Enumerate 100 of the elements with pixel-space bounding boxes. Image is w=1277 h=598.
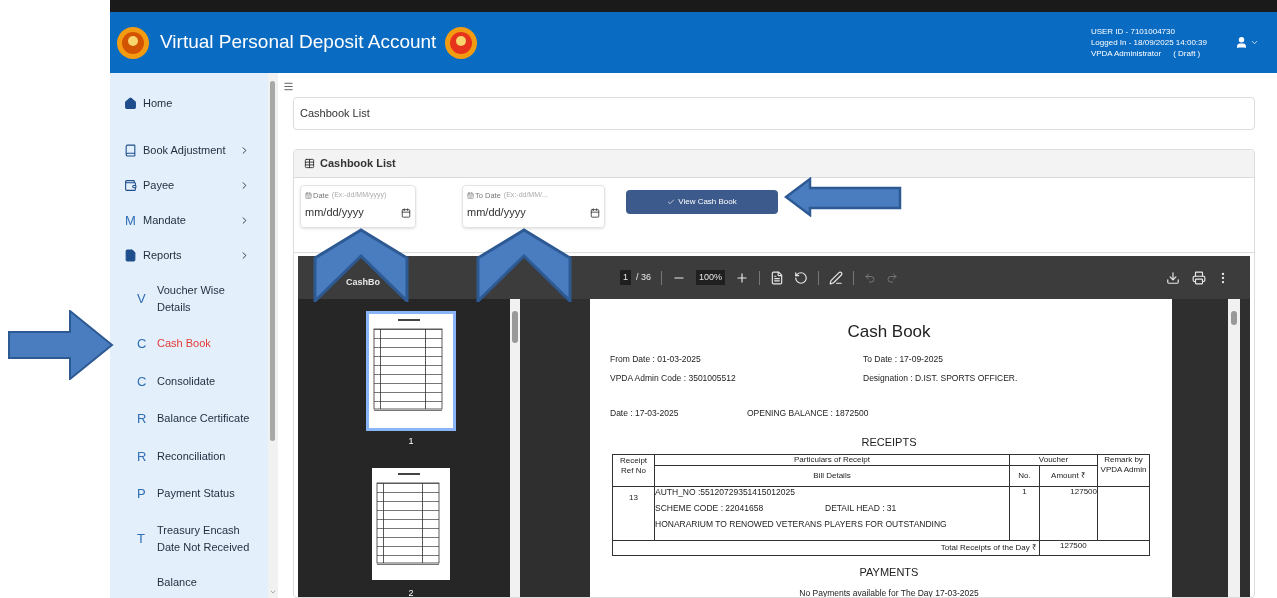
entry-date: Date : 17-03-2025 (610, 407, 680, 420)
table-header: No. (1009, 465, 1040, 487)
submenu-item[interactable]: T Treasury Encash Date Not Received (110, 512, 268, 565)
card-title: Cashbook List (320, 156, 396, 172)
user-menu-button[interactable] (1235, 36, 1259, 49)
book-icon (124, 144, 137, 157)
sidebar-item[interactable]: Payee (110, 168, 268, 203)
submenu-item[interactable]: C Cash Book (110, 325, 268, 363)
calendar-picker-icon[interactable] (590, 207, 600, 218)
table-header: Receipt Ref No (612, 454, 655, 487)
redo-icon[interactable] (886, 271, 899, 284)
page-heading: Cashbook List (300, 106, 370, 122)
sidebar-item[interactable]: Book Adjustment (110, 133, 268, 168)
home-icon (124, 97, 137, 110)
admin-code: VPDA Admin Code : 3501005512 (610, 372, 737, 385)
table-cell: 1 (1009, 486, 1040, 541)
menu-letter: R (137, 411, 147, 426)
rotate-icon[interactable] (794, 270, 809, 285)
to-date: To Date : 17-09-2025 (863, 352, 944, 366)
menu-label: Payment Status (157, 486, 236, 502)
account-status: ( Draft ) (1173, 48, 1201, 59)
user-info: USER ID - 7101004730 (1090, 26, 1176, 37)
sidebar-item[interactable]: Home (110, 86, 268, 121)
menu-letter: V (137, 291, 146, 307)
submenu-item[interactable]: C Consolidate (110, 362, 268, 400)
table-icon (304, 158, 315, 169)
menu-letter: M (125, 211, 136, 230)
page-number: 1 (408, 435, 414, 448)
table-header: Particulars of Receipt (654, 454, 1010, 466)
date-input[interactable]: mm/dd/yyyy (467, 204, 552, 221)
scrollbar-thumb[interactable] (512, 311, 518, 343)
scrollbar-thumb[interactable] (270, 81, 275, 441)
document-title: Cash Book (847, 321, 931, 343)
payments-note: No Payments available for The Day 17-03-2025 (799, 586, 979, 597)
designation: Designation : D.IST. SPORTS OFFICER. (863, 372, 1019, 385)
calendar-icon (467, 192, 474, 200)
menu-letter: T (137, 530, 145, 546)
calendar-picker-icon[interactable] (401, 207, 411, 218)
annotate-icon[interactable] (829, 270, 844, 285)
check-icon (667, 198, 676, 206)
submenu-item[interactable]: Balance (110, 564, 268, 598)
user-info: Logged In - 18/09/2025 14:00:39 (1090, 37, 1207, 48)
date-input[interactable]: mm/dd/yyyy (305, 204, 390, 221)
page-thumbnail-drawing[interactable] (366, 311, 456, 431)
user-role: VPDA Administrator (1090, 48, 1162, 59)
table-header: Bill Details (654, 465, 1010, 487)
from-date: From Date : 01-03-2025 (610, 352, 702, 366)
print-icon[interactable] (1192, 270, 1206, 285)
table-cell: DETAIL HEAD : 31 (825, 503, 897, 514)
menu-label: Balance Certificate (157, 411, 251, 427)
menu-label: Home (143, 96, 173, 112)
emblem-icon (116, 25, 150, 60)
section-title: PAYMENTS (859, 565, 919, 581)
menu-label: Cash Book (157, 336, 212, 352)
table-cell: 13 (612, 486, 655, 541)
submenu-item[interactable]: R Reconciliation (110, 437, 268, 475)
menu-label: Treasury Encash Date Not Received (157, 522, 251, 555)
zoom-input[interactable]: 100% (696, 269, 726, 286)
table-cell-text: HONARARIUM TO RENOWED VETERANS PLAYERS FOR OUTSTANDING (655, 519, 948, 530)
menu-letter: C (137, 336, 147, 351)
calendar-icon (305, 192, 312, 200)
undo-icon[interactable] (864, 271, 877, 284)
submenu-item[interactable]: V Voucher Wise Details (110, 273, 268, 325)
menu-label: Book Adjustment (143, 143, 226, 159)
menu-label: Balance (157, 574, 198, 590)
menu-icon[interactable] (283, 81, 294, 92)
table-header: Voucher (1009, 454, 1098, 466)
download-icon[interactable] (1166, 270, 1180, 285)
section-title: RECEIPTS (861, 434, 917, 450)
scrollbar-thumb[interactable] (1231, 311, 1237, 325)
menu-label: Reports (143, 248, 182, 264)
opening-balance: OPENING BALANCE : 1872500 (747, 407, 869, 420)
menu-letter: P (137, 486, 146, 501)
page-input[interactable]: 1 (620, 269, 631, 286)
document-title: CashBo (346, 275, 381, 289)
submenu-item[interactable]: P Payment Status (110, 475, 268, 513)
table-cell: 127500 (1039, 486, 1098, 541)
menu-letter: R (137, 448, 147, 464)
view-cash-book-button[interactable]: View Cash Book (626, 190, 778, 214)
table-cell-text: AUTH_NO :55120729351415012025 (655, 487, 796, 498)
menu-letter: C (137, 373, 147, 389)
submenu-item[interactable]: R Balance Certificate (110, 400, 268, 438)
app-title: Virtual Personal Deposit Account (160, 30, 437, 55)
table-cell: 127500 (1039, 540, 1150, 556)
sidebar-item[interactable]: Reports (110, 238, 268, 273)
file-icon (124, 249, 137, 262)
menu-label: Reconciliation (157, 448, 227, 464)
menu-label: Voucher Wise Details (157, 283, 226, 315)
wallet-icon (124, 179, 137, 192)
sidebar-item[interactable]: M Mandate (110, 203, 268, 238)
caret-icon (1250, 38, 1259, 47)
logo-icon (444, 25, 479, 60)
table-cell: Total Receipts of the Day ₹ (612, 540, 1040, 556)
table-cell-text: SCHEME CODE : 22041658 (655, 503, 765, 514)
page-count: / 36 (636, 270, 652, 284)
user-icon (1235, 36, 1248, 49)
zoom-in-icon[interactable] (735, 270, 750, 285)
fit-page-icon[interactable] (770, 270, 785, 285)
page-number: 2 (408, 586, 414, 597)
menu-label: Payee (143, 178, 175, 194)
